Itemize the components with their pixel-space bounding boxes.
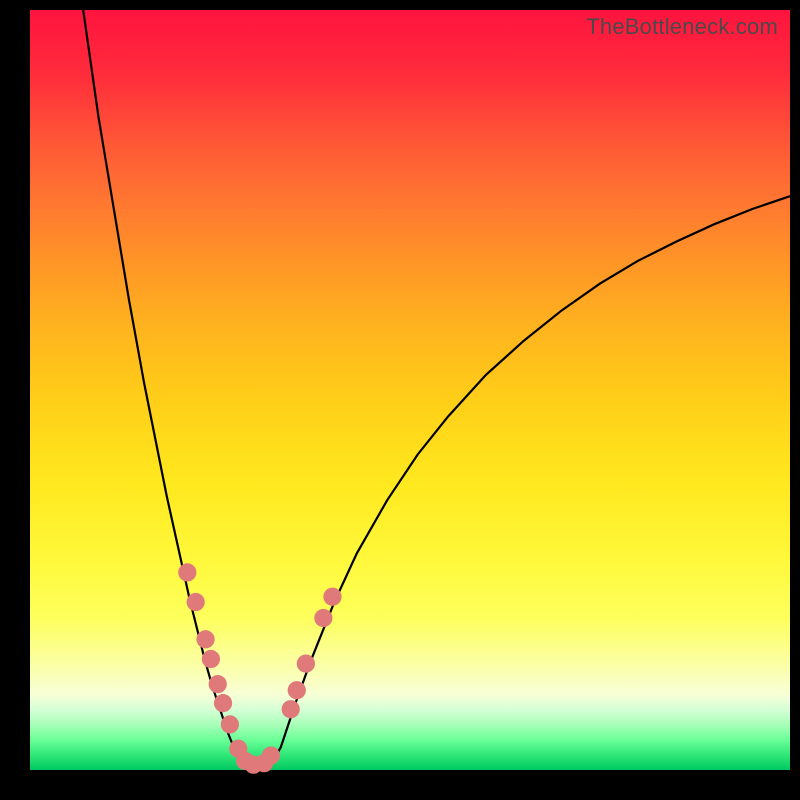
data-point — [221, 715, 239, 733]
data-point — [282, 700, 300, 718]
data-point — [262, 746, 280, 764]
data-point — [202, 650, 220, 668]
data-point — [196, 630, 214, 648]
data-markers — [178, 563, 341, 774]
data-point — [214, 694, 232, 712]
curve-right-branch — [273, 196, 790, 761]
curve-left-branch — [83, 10, 239, 761]
data-point — [209, 675, 227, 693]
data-point — [314, 609, 332, 627]
data-point — [297, 654, 315, 672]
data-point — [288, 681, 306, 699]
plot-area: TheBottleneck.com — [30, 10, 790, 770]
chart-frame: TheBottleneck.com — [0, 0, 800, 800]
data-point — [323, 588, 341, 606]
data-point — [178, 563, 196, 581]
data-point — [187, 593, 205, 611]
bottleneck-curve — [30, 10, 790, 770]
